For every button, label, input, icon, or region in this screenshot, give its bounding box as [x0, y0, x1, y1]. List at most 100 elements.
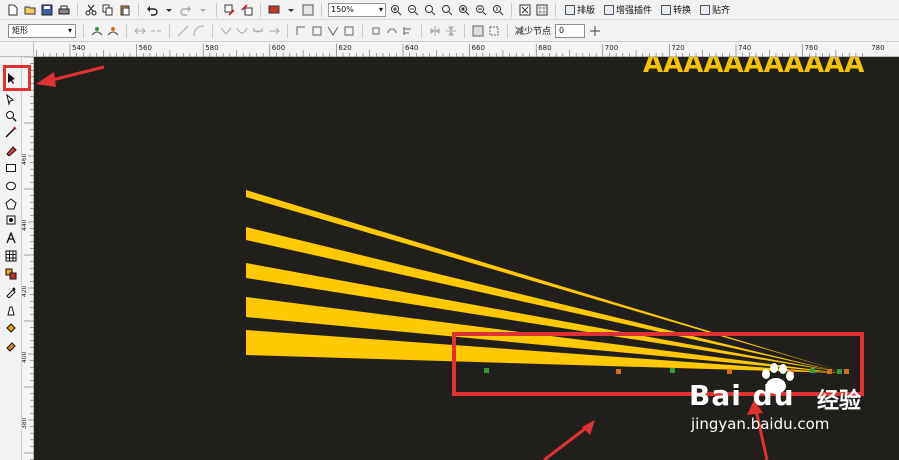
- layout-label: 排版: [577, 6, 596, 16]
- toolbar-separator: [169, 23, 170, 38]
- zoom-out-icon[interactable]: [406, 3, 420, 17]
- open-folder-icon[interactable]: [23, 3, 37, 17]
- save-icon[interactable]: [40, 3, 54, 17]
- select-all-nodes-icon[interactable]: [488, 25, 500, 37]
- extend-curve-icon[interactable]: [295, 25, 307, 37]
- convert-to-curve-icon[interactable]: [193, 25, 205, 37]
- ruler-origin[interactable]: [0, 42, 34, 57]
- close-curve-icon[interactable]: [311, 25, 323, 37]
- node[interactable]: [484, 368, 489, 373]
- stretch-nodes-icon[interactable]: [370, 25, 382, 37]
- interactive-tool-icon[interactable]: [3, 267, 19, 281]
- smooth-node-icon[interactable]: [236, 25, 248, 37]
- ellipse-tool-icon[interactable]: [3, 179, 19, 193]
- freehand-tool-icon[interactable]: [3, 125, 19, 139]
- drawing-canvas[interactable]: AAAAAAAAAAA Bai du 经验 jingyan.baidu.com: [34, 57, 899, 460]
- toolbar-separator: [511, 2, 512, 17]
- shape-tool-icon[interactable]: [3, 93, 19, 107]
- node[interactable]: [670, 368, 675, 373]
- redo-icon[interactable]: [179, 3, 193, 17]
- smart-fill-tool-icon[interactable]: [3, 143, 19, 157]
- outline-tool-icon[interactable]: [3, 303, 19, 317]
- toolbar-separator: [138, 2, 139, 17]
- arrow-to-pick-tool: [47, 65, 105, 83]
- horizontal-ruler[interactable]: 540 560 580 600 620 640 660 680 700 720 740 760 780: [34, 42, 899, 57]
- fill-tool-icon[interactable]: [3, 321, 19, 335]
- reduce-nodes-input[interactable]: 0: [555, 23, 586, 38]
- zoom-in-icon[interactable]: [389, 3, 403, 17]
- table-tool-icon[interactable]: [3, 249, 19, 263]
- convert-button[interactable]: 转换: [658, 2, 694, 18]
- snap-to-grid-icon[interactable]: [535, 3, 549, 17]
- paste-icon[interactable]: [118, 3, 132, 17]
- full-screen-icon[interactable]: [518, 3, 532, 17]
- join-nodes-icon[interactable]: [134, 25, 146, 37]
- symmetric-node-icon[interactable]: [252, 25, 264, 37]
- interactive-fill-tool-icon[interactable]: [3, 339, 19, 353]
- application-launcher-icon[interactable]: [267, 3, 281, 17]
- convert-to-line-icon[interactable]: [177, 25, 189, 37]
- pick-tool-highlight: [3, 65, 31, 91]
- undo-icon[interactable]: [145, 3, 159, 17]
- rotate-nodes-icon[interactable]: [386, 25, 398, 37]
- text-tool-icon[interactable]: [3, 231, 19, 245]
- align-icon: [700, 4, 711, 15]
- chevron-down-icon: ▾: [378, 5, 383, 14]
- cusp-node-icon[interactable]: [220, 25, 232, 37]
- ruler-top-label: 660: [472, 44, 485, 52]
- redo-dropdown-icon[interactable]: [196, 3, 210, 17]
- eyedropper-tool-icon[interactable]: [3, 285, 19, 299]
- zoom-selected-icon[interactable]: [423, 3, 437, 17]
- reduce-nodes-label: 减少节点: [515, 27, 552, 37]
- zoom-all-icon[interactable]: [440, 3, 454, 17]
- delete-node-icon[interactable]: [107, 25, 119, 37]
- horizontal-reflect-icon[interactable]: [429, 25, 441, 37]
- launcher-dropdown-icon[interactable]: [284, 3, 298, 17]
- plugin-button[interactable]: 增强插件: [601, 2, 655, 18]
- reverse-direction-icon[interactable]: [268, 25, 280, 37]
- zoom-level-select[interactable]: 150% ▾: [328, 2, 386, 17]
- ruler-top-label: 620: [338, 44, 351, 52]
- export-icon[interactable]: [240, 3, 254, 17]
- ruler-top-label: 560: [139, 44, 152, 52]
- ruler-left-label: 420: [22, 285, 28, 297]
- align-nodes-icon[interactable]: [402, 25, 414, 37]
- extract-subpath-icon[interactable]: [327, 25, 339, 37]
- toolbar-separator: [212, 23, 213, 38]
- print-icon[interactable]: [57, 3, 71, 17]
- vertical-reflect-icon[interactable]: [445, 25, 457, 37]
- undo-dropdown-icon[interactable]: [162, 3, 176, 17]
- ruler-top-label: 580: [205, 44, 218, 52]
- zoom-height-icon[interactable]: [491, 3, 505, 17]
- basic-shapes-tool-icon[interactable]: [3, 213, 19, 227]
- new-document-icon[interactable]: [6, 3, 20, 17]
- zoom-width-icon[interactable]: [474, 3, 488, 17]
- ruler-top-label: 720: [671, 44, 684, 52]
- zoom-level-value: 150%: [331, 5, 354, 14]
- toolbar-separator: [321, 2, 322, 17]
- copy-icon[interactable]: [101, 3, 115, 17]
- toolbar-separator: [555, 2, 556, 17]
- elastic-mode-icon[interactable]: [472, 25, 484, 37]
- node[interactable]: [616, 369, 621, 374]
- ruler-left-label: 380: [22, 417, 28, 429]
- import-icon[interactable]: [223, 3, 237, 17]
- jingyan-brand-text: 经验: [817, 389, 862, 414]
- polygon-tool-icon[interactable]: [3, 197, 19, 211]
- zoom-tool-icon[interactable]: [3, 109, 19, 123]
- align-button[interactable]: 贴齐: [697, 2, 733, 18]
- plugin-icon: [604, 4, 615, 15]
- vertical-ruler[interactable]: 460 440 420 400 380: [22, 57, 34, 460]
- ruler-top-label: 540: [72, 44, 85, 52]
- cut-icon[interactable]: [84, 3, 98, 17]
- horizontal-ruler-ticks: 540 560 580 600 620 640 660 680 700 720 740 760 780: [36, 44, 885, 57]
- welcome-screen-icon[interactable]: [301, 3, 315, 17]
- add-node-icon[interactable]: [91, 25, 103, 37]
- layout-button[interactable]: 排版: [562, 2, 598, 18]
- break-curve-icon[interactable]: [150, 25, 162, 37]
- auto-close-icon[interactable]: [343, 25, 355, 37]
- object-type-select[interactable]: 矩形 ▾: [8, 23, 76, 38]
- rectangle-tool-icon[interactable]: [3, 161, 19, 175]
- crosshair-icon[interactable]: [589, 25, 601, 37]
- zoom-page-icon[interactable]: [457, 3, 471, 17]
